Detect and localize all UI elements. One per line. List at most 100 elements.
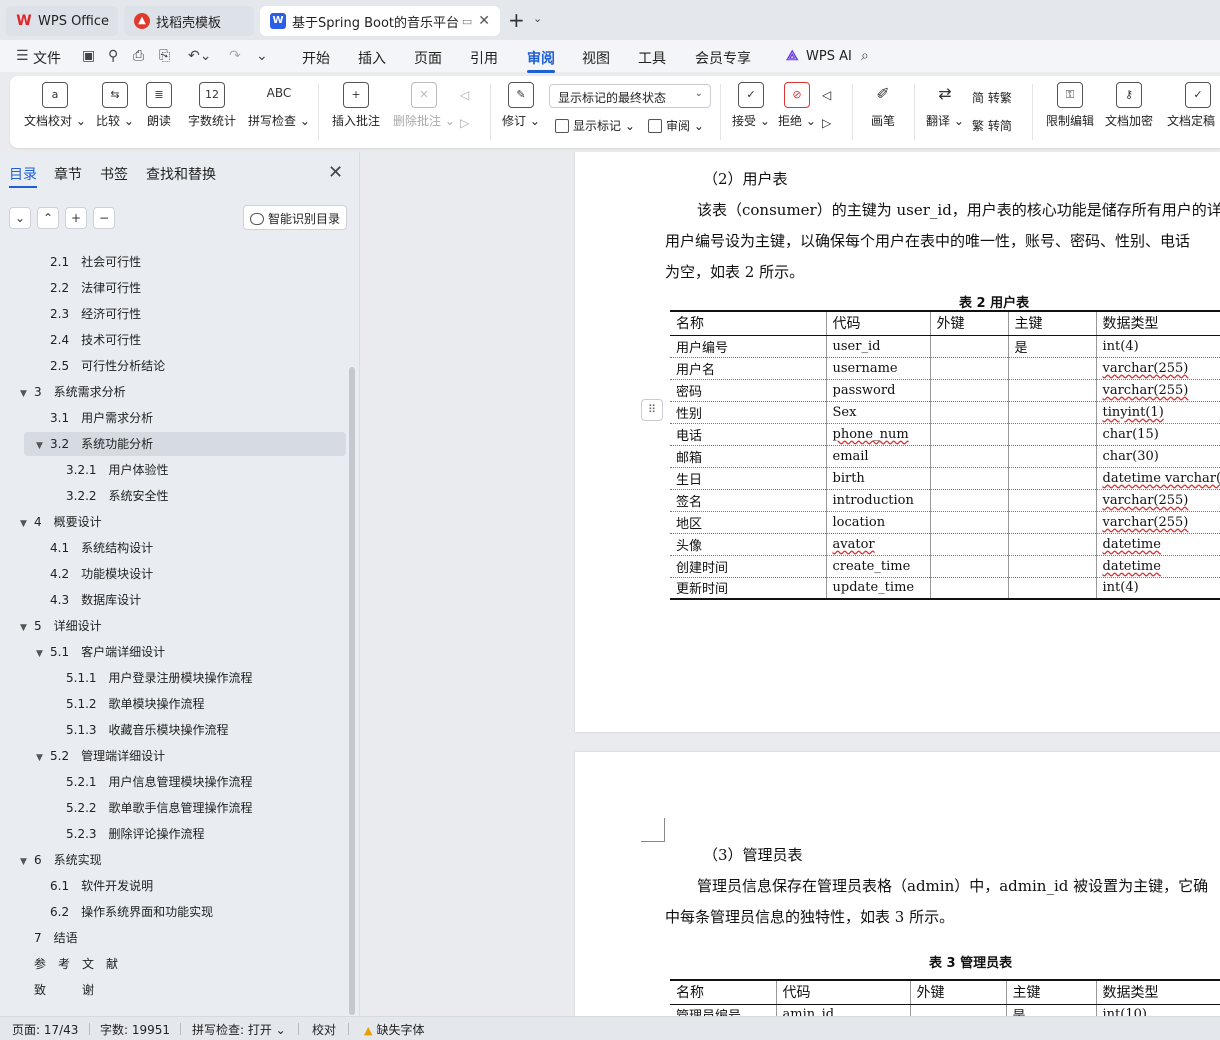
menu-file[interactable]: 文件 — [33, 48, 61, 68]
table-cell[interactable]: 是 — [1007, 335, 1096, 358]
table-cell[interactable]: username — [825, 357, 930, 380]
table-cell[interactable]: 用户编号 — [670, 335, 826, 358]
menu-member[interactable]: 会员专享 — [695, 48, 751, 68]
table-cell[interactable]: 地区 — [670, 511, 826, 534]
table-cell[interactable] — [929, 379, 1008, 402]
menu-insert[interactable]: 插入 — [358, 48, 386, 68]
delete-comment-button[interactable]: ✕ 删除批注 ⌄ — [393, 82, 455, 129]
next-comment-icon[interactable]: ▷ — [460, 116, 469, 130]
read-aloud-button[interactable]: ≣ 朗读 — [146, 82, 172, 129]
table-row[interactable]: 地区 location varchar(255) — [670, 511, 1220, 534]
page-indicator[interactable]: 页面: 17/43 — [12, 1021, 78, 1038]
toc-item[interactable]: ▼ 5.2 管理端详细设计 — [36, 744, 165, 768]
menu-review[interactable]: 审阅 — [527, 48, 555, 73]
reject-button[interactable]: ⊘ 拒绝 ⌄ — [778, 82, 816, 129]
table-row[interactable]: 管理员编号amin_id 是int(10) — [670, 1004, 1220, 1016]
spell-check-toggle[interactable]: 拼写检查: 打开 ⌄ — [192, 1021, 286, 1038]
table-cell[interactable] — [1007, 401, 1096, 424]
nav-tab-chapters[interactable]: 章节 — [54, 164, 82, 184]
table-cell[interactable]: 创建时间 — [670, 555, 826, 578]
document-canvas[interactable]: （2）用户表 该表（consumer）的主键为 user_id，用户表的核心功能… — [361, 152, 1220, 1016]
collapse-triangle-icon[interactable]: ▼ — [36, 746, 50, 770]
table-cell[interactable]: amin_id — [775, 1004, 910, 1016]
toc-item[interactable]: 2.4 技术可行性 — [36, 328, 141, 352]
tab-templates[interactable]: ▲ 找稻壳模板 — [124, 6, 254, 36]
user-table[interactable]: 名称 代码 外键 主键 数据类型 用户编号 user_id 是 int(4) 用户名 userna… — [670, 310, 1220, 600]
table-row[interactable]: 密码 password varchar(255) — [670, 379, 1220, 402]
collapse-triangle-icon[interactable]: ▼ — [20, 242, 34, 250]
table-cell[interactable] — [929, 401, 1008, 424]
table-cell[interactable]: location — [825, 511, 930, 534]
doc-check-button[interactable]: a 文档校对 ⌄ — [24, 82, 86, 129]
table-cell[interactable]: char(30) — [1095, 445, 1220, 468]
encrypt-button[interactable]: ⚷ 文档加密 — [1105, 82, 1153, 129]
table-cell[interactable] — [929, 577, 1008, 600]
table-cell[interactable]: 密码 — [670, 379, 826, 402]
menu-view[interactable]: 视图 — [582, 48, 610, 68]
more-chevron-icon[interactable]: ⌄ — [256, 48, 268, 64]
table-cell[interactable] — [929, 445, 1008, 468]
table-cell[interactable] — [929, 423, 1008, 446]
chevron-down-icon[interactable]: ⌄ — [533, 12, 542, 25]
tab-current-document[interactable]: W 基于Spring Boot的音乐平台设 ▭ ✕ — [260, 6, 500, 36]
menu-reference[interactable]: 引用 — [470, 48, 498, 68]
table-row[interactable]: 用户编号 user_id 是 int(4) — [670, 335, 1220, 358]
markup-state-dropdown[interactable]: 显示标记的最终状态 ⌄ — [549, 84, 711, 108]
table-row[interactable]: 生日birth datetime varchar(255) — [670, 467, 1220, 490]
table-cell[interactable] — [1007, 379, 1096, 402]
toc-item[interactable]: ▼ 5.1 客户端详细设计 — [36, 640, 165, 664]
share-icon[interactable]: ⚲ — [108, 48, 118, 64]
toc-item[interactable]: 7 结语 — [20, 926, 78, 950]
toc-item[interactable]: 4.1 系统结构设计 — [36, 536, 153, 560]
table-cell[interactable] — [1007, 577, 1096, 600]
toc-item[interactable]: 5.2.3 删除评论操作流程 — [52, 822, 205, 846]
table-cell[interactable]: 管理员编号 — [670, 1004, 776, 1016]
print-preview-icon[interactable]: ⎘ — [159, 48, 170, 64]
nav-tab-bookmarks[interactable]: 书签 — [100, 164, 128, 184]
table-row[interactable]: 签名 introduction varchar(255) — [670, 489, 1220, 512]
accept-button[interactable]: ✓ 接受 ⌄ — [732, 82, 770, 129]
missing-font-button[interactable]: ▲ 缺失字体 — [364, 1021, 424, 1038]
table-cell[interactable]: create_time — [825, 555, 930, 578]
table-cell[interactable]: 是 — [1005, 1004, 1096, 1016]
table-row[interactable]: 用户名 username varchar(255) — [670, 357, 1220, 380]
table-cell[interactable] — [1007, 445, 1096, 468]
redo-icon[interactable]: ↷ — [229, 48, 241, 64]
translate-button[interactable]: ⇄ 翻译 ⌄ — [926, 82, 964, 129]
collapse-triangle-icon[interactable]: ▼ — [20, 616, 34, 640]
table-cell[interactable] — [1007, 555, 1096, 578]
toc-item[interactable]: 5.2.1 用户信息管理模块操作流程 — [52, 770, 253, 794]
review-pane-button[interactable]: 审阅 ⌄ — [648, 117, 704, 134]
table-cell[interactable]: 性别 — [670, 401, 826, 424]
table-cell[interactable]: password — [825, 379, 930, 402]
toc-scrollbar[interactable] — [349, 367, 355, 1015]
table-cell[interactable]: Sex — [825, 401, 930, 424]
toc-item[interactable]: 2.1 社会可行性 — [36, 250, 141, 274]
table-cell[interactable] — [1007, 423, 1096, 446]
toc-item[interactable]: 6.1 软件开发说明 — [36, 874, 153, 898]
pen-button[interactable]: ✐ 画笔 — [870, 82, 896, 129]
table-cell[interactable]: 用户名 — [670, 357, 826, 380]
table-cell[interactable]: datetime varchar(255) — [1095, 467, 1220, 490]
table-cell[interactable]: int(4) — [1095, 577, 1220, 600]
finalize-button[interactable]: ✓文档定稿 ⌄ — [1167, 82, 1220, 129]
table-cell[interactable]: phone_num — [825, 423, 930, 446]
table-cell[interactable]: varchar(255) — [1095, 511, 1220, 534]
hamburger-menu-icon[interactable]: ☰ — [16, 48, 29, 64]
restrict-editing-button[interactable]: ⚿ 限制编辑 — [1046, 82, 1094, 129]
toc-item[interactable]: 5.2.2 歌单歌手信息管理操作流程 — [52, 796, 253, 820]
toc-item[interactable]: 2.5 可行性分析结论 — [36, 354, 165, 378]
toc-item[interactable]: 6.2 操作系统界面和功能实现 — [36, 900, 213, 924]
toc-item[interactable]: 3.2.1 用户体验性 — [52, 458, 169, 482]
insert-comment-button[interactable]: + 插入批注 — [332, 82, 380, 129]
search-icon[interactable]: ⌕ — [861, 48, 869, 64]
close-icon[interactable]: ✕ — [328, 162, 343, 183]
table-cell[interactable]: varchar(255) — [1095, 379, 1220, 402]
table-cell[interactable] — [1007, 533, 1096, 556]
table-cell[interactable]: varchar(255) — [1095, 357, 1220, 380]
table-row[interactable]: 性别 Sex tinyint(1) — [670, 401, 1220, 424]
table-cell[interactable]: tinyint(1) — [1095, 401, 1220, 424]
table-cell[interactable]: 生日 — [670, 467, 826, 490]
smart-toc-button[interactable]: 智能识别目录 — [243, 205, 347, 230]
table-cell[interactable]: char(15) — [1095, 423, 1220, 446]
